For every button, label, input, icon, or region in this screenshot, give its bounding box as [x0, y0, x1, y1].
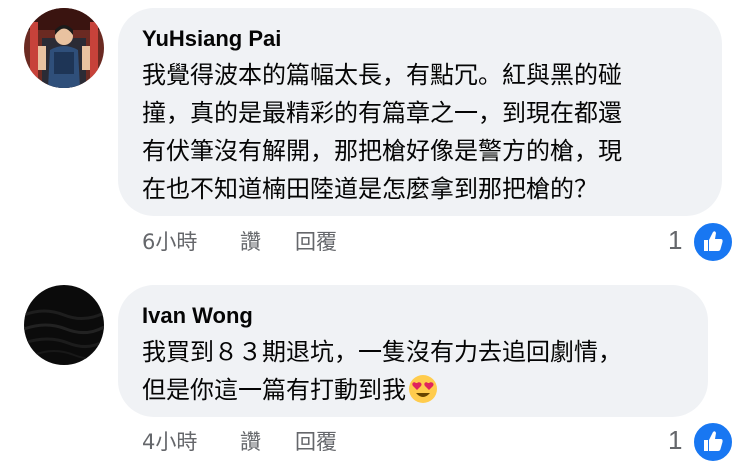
- timestamp[interactable]: 6小時: [142, 229, 197, 255]
- reaction-count: 1: [668, 425, 683, 455]
- reaction-summary[interactable]: 1: [666, 221, 736, 263]
- like-button[interactable]: 讚: [240, 429, 261, 455]
- like-button[interactable]: 讚: [240, 229, 261, 255]
- timestamp[interactable]: 4小時: [142, 429, 197, 455]
- comment-bubble: YuHsiang Pai 我覺得波本的篇幅太長，有點冗。紅與黑的碰 撞，真的是最…: [118, 8, 722, 216]
- comment-author[interactable]: Ivan Wong: [142, 303, 678, 329]
- comment-author[interactable]: YuHsiang Pai: [142, 26, 692, 52]
- thumbs-up-icon: [692, 421, 734, 463]
- comment-text: 我覺得波本的篇幅太長，有點冗。紅與黑的碰 撞，真的是最精彩的有篇章之一，到現在都…: [142, 61, 622, 203]
- heart-eyes-emoji-icon: [409, 375, 437, 403]
- dark-abstract-avatar-icon: [24, 285, 104, 365]
- reaction-count: 1: [668, 225, 683, 255]
- comment-bubble: Ivan Wong 我買到８３期退坑，一隻沒有力去追回劇情， 但是你這一篇有打動…: [118, 285, 708, 417]
- person-photo-avatar-icon: [24, 8, 104, 88]
- avatar[interactable]: [24, 285, 104, 365]
- comment-text: 我買到８３期退坑，一隻沒有力去追回劇情， 但是你這一篇有打動到我: [142, 338, 622, 404]
- reply-button[interactable]: 回覆: [295, 229, 337, 255]
- avatar[interactable]: [24, 8, 104, 88]
- reply-button[interactable]: 回覆: [295, 429, 337, 455]
- comment-text-wrapper: 我買到８３期退坑，一隻沒有力去追回劇情， 但是你這一篇有打動到我: [142, 333, 678, 409]
- reaction-summary[interactable]: 1: [666, 421, 736, 463]
- thumbs-up-icon: [692, 221, 734, 263]
